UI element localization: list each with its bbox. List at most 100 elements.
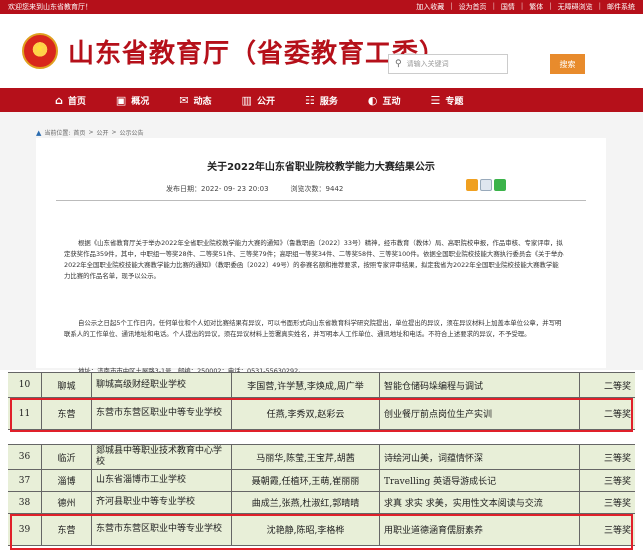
breadcrumb-prefix: 当前位置:	[44, 130, 71, 137]
wechat-share-icon[interactable]	[494, 179, 506, 191]
table-row: 39 东营 东营市东营区职业中等专业学校 沈艳静,陈昭,李格桦 用职业道德涵育儒…	[8, 514, 635, 546]
nav-item-service[interactable]: ☷ 服务	[305, 94, 338, 107]
separator: |	[450, 2, 453, 10]
cell-city: 淄博	[42, 470, 92, 491]
cell-title: 求真 求实 求美，实用性文本阅读与交流	[380, 492, 580, 513]
cell-team: 任燕,李秀双,赵彩云	[232, 398, 380, 429]
nav-label: 服务	[319, 96, 338, 107]
link-national[interactable]: 国情	[501, 2, 515, 12]
cell-award: 二等奖	[603, 381, 631, 392]
publish-date: 2022- 09- 23 20:03	[201, 185, 269, 193]
interact-icon: ◐	[367, 93, 378, 107]
overview-icon: ▣	[115, 93, 127, 107]
nav-label: 动态	[193, 96, 212, 107]
article: 关于2022年山东省职业院校教学能力大赛结果公示 发布日期：2022- 09- …	[36, 138, 606, 375]
cell-award: 三等奖	[603, 526, 631, 536]
cell-school: 山东省淄博市工业学校	[92, 470, 232, 491]
nav-label: 首页	[67, 96, 86, 107]
content-area: ▲ 当前位置: 首页 > 公开 > 公示公告 关于2022年山东省职业院校教学能…	[0, 112, 643, 375]
article-paragraph-2: 自公示之日起5个工作日内，任何单位和个人如对比赛结果有异议，可以书面形式向山东省…	[64, 319, 562, 338]
cell-no: 38	[8, 492, 42, 513]
cell-school: 东营市东营区职业中等专业学校	[92, 514, 232, 545]
separator: |	[598, 2, 601, 10]
separator: |	[520, 2, 524, 10]
top-links: 加入收藏 | 设为首页 | 国情 | 繁体 | 无障碍浏览 | 邮件系统	[416, 2, 635, 12]
nav-label: 公开	[256, 96, 275, 107]
breadcrumb-home[interactable]: 首页	[73, 128, 85, 137]
link-set-homepage[interactable]: 设为首页	[459, 2, 487, 12]
cell-school: 聊城高级财经职业学校	[92, 373, 232, 397]
publish-info: 发布日期：2022- 09- 23 20:03	[166, 184, 269, 194]
views-info: 浏览次数：9442	[291, 184, 344, 194]
top-bar: 欢迎您来到山东省教育厅！ 加入收藏 | 设为首页 | 国情 | 繁体 | 无障碍浏览 | …	[0, 0, 643, 14]
welcome-text: 欢迎您来到山东省教育厅！	[8, 3, 92, 11]
search-placeholder: 请输入关键词	[406, 60, 449, 68]
article-title: 关于2022年山东省职业院校教学能力大赛结果公示	[207, 162, 435, 173]
search-input[interactable]: ⚲ 请输入关键词	[388, 54, 508, 74]
cell-award: 三等奖	[603, 453, 631, 464]
nav-item-topic[interactable]: ☰ 专题	[430, 94, 463, 107]
nav-item-overview[interactable]: ▣ 概况	[116, 94, 149, 107]
cell-no: 10	[8, 373, 42, 397]
cell-school: 郯城县中等职业技术教育中心学校	[92, 445, 232, 469]
home-icon: ⌂	[55, 93, 63, 107]
favorite-star-icon[interactable]	[466, 179, 478, 191]
views-count: 9442	[325, 185, 344, 193]
cell-title: 用职业道德涵育儒厨素养	[380, 514, 580, 545]
separator: |	[492, 2, 495, 10]
cell-team: 曲成兰,张燕,杜淑红,郭晴晴	[232, 492, 380, 513]
cell-team: 李国营,许学慧,李焕成,周广举	[232, 373, 380, 397]
cell-no: 39	[8, 514, 42, 545]
share-buttons	[466, 179, 506, 191]
cell-award: 二等奖	[603, 410, 631, 420]
cell-city: 东营	[42, 514, 92, 545]
table-row: 36 临沂 郯城县中等职业技术教育中心学校 马丽华,陈莹,王宝芹,胡茜 诗绘河山…	[8, 444, 635, 470]
cell-team: 沈艳静,陈昭,李格桦	[232, 514, 380, 545]
site-header: 山东省教育厅（省委教育工委） ⚲ 请输入关键词 搜索	[0, 14, 643, 88]
nav-item-news[interactable]: ✉ 动态	[179, 94, 211, 107]
cell-award: 三等奖	[603, 477, 631, 487]
publish-label: 发布日期：	[166, 185, 201, 193]
breadcrumb-sep: >	[111, 129, 117, 136]
link-mail-system[interactable]: 邮件系统	[607, 2, 635, 12]
nav-label: 互动	[382, 96, 401, 107]
cell-title: 诗绘河山美，词蕴情怀深	[380, 445, 580, 469]
table-row: 10 聊城 聊城高级财经职业学校 李国营,许学慧,李焕成,周广举 智能仓储码垛编…	[8, 372, 635, 398]
article-meta: 发布日期：2022- 09- 23 20:03 浏览次数：9442	[166, 184, 343, 194]
cell-title: 创业餐厅前点岗位生产实训	[380, 398, 580, 429]
search-button[interactable]: 搜索	[550, 54, 585, 74]
cell-city: 临沂	[42, 445, 92, 469]
breadcrumb-public[interactable]: 公开	[96, 128, 108, 137]
search-icon: ⚲	[395, 59, 402, 69]
service-icon: ☷	[304, 93, 315, 107]
print-icon[interactable]	[480, 179, 492, 191]
breadcrumb-announcements[interactable]: 公示公告	[120, 128, 144, 137]
breadcrumb: ▲ 当前位置: 首页 > 公开 > 公示公告	[36, 128, 144, 138]
article-paragraph-1: 根据《山东省教育厅关于举办2022年全省职业院校教学能力大赛的通知》（鲁教职函〔…	[64, 239, 564, 280]
cell-award: 三等奖	[603, 499, 631, 509]
topic-icon: ☰	[430, 93, 441, 107]
nav-item-interact[interactable]: ◐ 互动	[368, 94, 401, 107]
table-row: 37 淄博 山东省淄博市工业学校 聂朝霞,任植环,王萌,崔丽丽 Travelli…	[8, 470, 635, 492]
cell-title: 智能仓储码垛编程与调试	[380, 373, 580, 397]
breadcrumb-sep: >	[88, 129, 94, 136]
main-nav: ⌂ 首页 ▣ 概况 ✉ 动态 ▥ 公开 ☷ 服务 ◐ 互动 ☰ 专题	[0, 88, 643, 112]
cell-school: 东营市东营区职业中等专业学校	[92, 398, 232, 429]
nav-label: 专题	[445, 96, 464, 107]
cell-title: Travelling 英语导游成长记	[380, 470, 580, 491]
nav-item-home[interactable]: ⌂ 首页	[55, 94, 86, 107]
link-accessibility[interactable]: 无障碍浏览	[558, 2, 593, 12]
cell-school: 齐河县职业中等专业学校	[92, 492, 232, 513]
nav-label: 概况	[131, 96, 150, 107]
cell-city: 德州	[42, 492, 92, 513]
link-traditional[interactable]: 繁体	[529, 2, 543, 12]
results-table: 10 聊城 聊城高级财经职业学校 李国营,许学慧,李焕成,周广举 智能仓储码垛编…	[8, 372, 635, 552]
link-add-favorite[interactable]: 加入收藏	[416, 2, 444, 12]
table-row: 11 东营 东营市东营区职业中等专业学校 任燕,李秀双,赵彩云 创业餐厅前点岗位…	[8, 398, 635, 430]
cell-no: 11	[8, 398, 42, 429]
cell-no: 37	[8, 470, 42, 491]
nav-item-public[interactable]: ▥ 公开	[242, 94, 275, 107]
home-icon: ▲	[36, 128, 42, 137]
cell-city: 东营	[42, 398, 92, 429]
cell-city: 聊城	[42, 373, 92, 397]
